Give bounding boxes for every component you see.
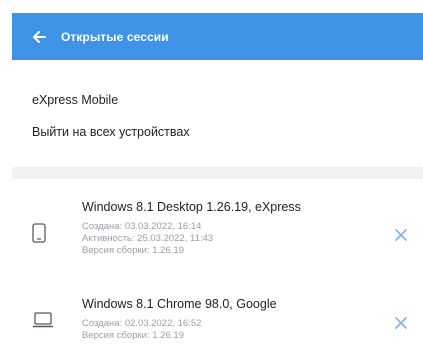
arrow-left-icon [33, 30, 46, 43]
terminate-session-button[interactable] [393, 315, 409, 331]
laptop-icon [32, 312, 54, 333]
app-header: Открытые сессии [12, 13, 423, 60]
back-button[interactable] [29, 27, 49, 47]
terminate-session-button[interactable] [393, 227, 409, 243]
session-details: Создана: 03.03.2022, 16:14 Активность: 2… [82, 221, 213, 257]
logout-all-devices-button[interactable]: Выйти на всех устройствах [32, 125, 190, 139]
session-name: Windows 8.1 Desktop 1.26.19, eXpress [82, 200, 301, 214]
session-created: Создана: 03.03.2022, 16:14 [82, 221, 202, 232]
session-details: Создана: 02.03.2022, 16:52 Версия сборки… [82, 318, 201, 342]
session-activity: Активность: 25.03.2022, 11:43 [82, 233, 214, 244]
section-divider [12, 167, 423, 179]
session-item: Windows 8.1 Desktop 1.26.19, eXpress Соз… [12, 192, 423, 282]
session-item: Windows 8.1 Chrome 98.0, Google Создана:… [12, 289, 423, 356]
page-title: Открытые сессии [61, 29, 169, 44]
close-icon [395, 229, 407, 241]
session-build: Версия сборки: 1.26.19 [82, 330, 184, 341]
current-app-name: eXpress Mobile [32, 93, 119, 107]
session-name: Windows 8.1 Chrome 98.0, Google [82, 297, 277, 311]
session-build: Версия сборки: 1.26.19 [82, 245, 184, 256]
session-created: Создана: 02.03.2022, 16:52 [82, 318, 202, 329]
close-icon [395, 317, 407, 329]
phone-icon [32, 223, 46, 248]
